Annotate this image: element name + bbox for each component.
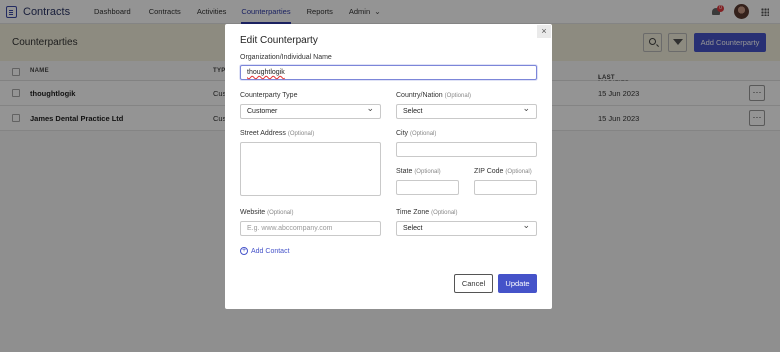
org-name-value: thoughtlogik: [247, 69, 285, 76]
update-button[interactable]: Update: [498, 274, 537, 293]
optional-tag: (Optional): [505, 169, 532, 175]
website-label: Website (Optional): [240, 209, 293, 216]
add-contact-link[interactable]: + Add Contact: [240, 247, 290, 255]
optional-tag: (Optional): [287, 131, 315, 137]
country-label: Country/Nation (Optional): [396, 92, 471, 99]
time-zone-label: Time Zone (Optional): [396, 209, 458, 216]
cancel-button[interactable]: Cancel: [454, 274, 493, 293]
add-contact-label: Add Contact: [251, 247, 290, 255]
time-zone-label-text: Time Zone: [396, 209, 430, 216]
website-label-text: Website: [240, 209, 266, 216]
zip-code-label: ZIP Code (Optional): [474, 168, 532, 175]
optional-tag: (Optional): [410, 131, 437, 137]
city-label: City (Optional): [396, 130, 436, 137]
zip-code-label-text: ZIP Code: [474, 168, 504, 175]
optional-tag: (Optional): [444, 93, 471, 99]
state-label: State (Optional): [396, 168, 441, 175]
org-name-input[interactable]: thoughtlogik: [240, 65, 537, 80]
city-input[interactable]: [396, 142, 537, 157]
dialog-title: Edit Counterparty: [240, 35, 318, 46]
close-button[interactable]: ×: [537, 25, 551, 38]
country-select[interactable]: Select: [396, 102, 537, 119]
plus-circle-icon: +: [240, 247, 248, 255]
state-input[interactable]: [396, 180, 459, 195]
org-name-label: Organization/Individual Name: [240, 54, 332, 61]
street-address-label: Street Address (Optional): [240, 130, 314, 137]
edit-counterparty-dialog: × Edit Counterparty Organization/Individ…: [225, 24, 552, 309]
zip-code-input[interactable]: [474, 180, 537, 195]
state-label-text: State: [396, 168, 413, 175]
optional-tag: (Optional): [267, 210, 294, 216]
city-label-text: City: [396, 130, 409, 137]
country-label-text: Country/Nation: [396, 92, 443, 99]
optional-tag: (Optional): [431, 210, 458, 216]
optional-tag: (Optional): [414, 169, 441, 175]
website-input[interactable]: E.g. www.abccompany.com: [240, 221, 381, 236]
street-address-textarea[interactable]: [240, 142, 381, 196]
time-zone-select[interactable]: Select: [396, 219, 537, 236]
street-address-label-text: Street Address: [240, 130, 286, 137]
counterparty-type-select[interactable]: Customer: [240, 102, 381, 119]
counterparty-type-label: Counterparty Type: [240, 92, 298, 99]
